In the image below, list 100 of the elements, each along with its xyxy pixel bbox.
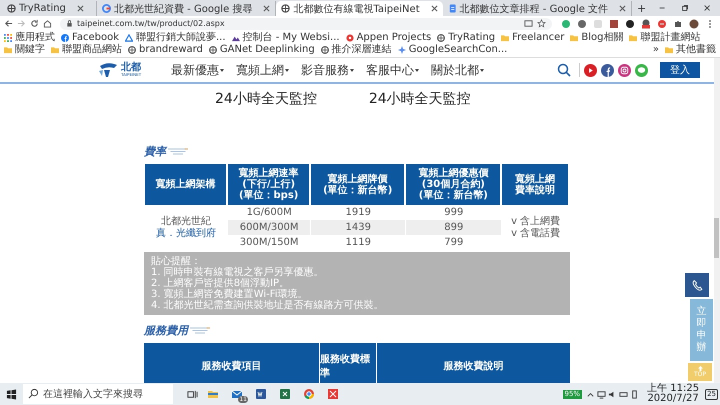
notice-item: 4. 北都光世紀需查詢供裝地址是否有線路方可供裝。	[151, 300, 385, 311]
chrome-icon[interactable]	[303, 388, 315, 400]
table-cell: 1439	[311, 220, 406, 235]
notice-item: 1. 同時申裝有線電視之客戶另享優惠。	[151, 267, 325, 278]
bookmark[interactable]: Facebook	[61, 32, 119, 43]
instagram-icon[interactable]	[618, 64, 631, 76]
bookmark[interactable]: 其他書籤	[665, 44, 716, 55]
task-view-icon[interactable]	[187, 388, 198, 400]
bookmark[interactable]: 控制台 - My Websi...	[232, 32, 340, 43]
logo-icon[interactable]	[98, 62, 118, 78]
globe-icon	[281, 4, 290, 13]
avatar-icon[interactable]	[689, 18, 699, 28]
login-button[interactable]: 登入	[660, 62, 700, 78]
facebook-icon	[61, 34, 69, 42]
home-icon[interactable]	[43, 19, 52, 28]
bookmark[interactable]: GANet Deeplinking	[208, 44, 315, 55]
word-icon[interactable]	[255, 388, 267, 400]
caret-icon	[415, 68, 420, 72]
close-icon[interactable]	[76, 5, 84, 12]
phone-button[interactable]	[685, 273, 709, 297]
caret-icon	[350, 68, 354, 72]
close-icon[interactable]	[430, 5, 438, 12]
reload-icon[interactable]	[30, 19, 39, 28]
facebook-icon[interactable]	[601, 64, 614, 76]
notice-title: 貼心提醒：	[151, 256, 201, 267]
folder-icon[interactable]	[207, 388, 219, 400]
chat-icon[interactable]	[635, 64, 648, 76]
windows-icon[interactable]	[6, 388, 17, 400]
url-text: taipeinet.com.tw/tw/product/02.aspx	[77, 19, 225, 28]
scrollbar[interactable]	[714, 58, 720, 383]
column-header: 服務收費標準	[320, 343, 376, 383]
nav-menu-item[interactable]: 寬頻上網	[236, 62, 290, 78]
bookmark[interactable]: 聯盟計畫網站	[629, 32, 700, 43]
google-icon	[102, 4, 111, 13]
section-heading: 服務費用	[144, 323, 188, 338]
more-bookmarks-button[interactable]: »	[652, 44, 659, 55]
included-item: v 含電話費	[510, 228, 562, 240]
globe-icon	[208, 46, 217, 54]
youtube-icon[interactable]	[584, 64, 597, 76]
feature-caption: 24小時全天監控	[215, 90, 317, 108]
bookmark[interactable]: Blog相關	[570, 32, 624, 43]
caret-icon	[480, 68, 484, 72]
search-field[interactable]: 在這裡輸入文字來搜尋	[23, 384, 173, 404]
new-tab-button[interactable]: +	[632, 1, 652, 16]
section-heading: 費率	[144, 144, 166, 159]
bookmark[interactable]: 應用程式	[4, 32, 55, 43]
folder-icon	[501, 34, 510, 42]
plan-name: 北都光世紀	[160, 216, 212, 228]
nav-menu-item[interactable]: 關於北都	[431, 62, 484, 78]
clock-date: 2020/7/27	[647, 394, 699, 404]
folder-icon	[51, 46, 59, 54]
extension-icon[interactable]	[641, 18, 651, 28]
restore-icon[interactable]	[680, 3, 689, 13]
plan-tagline: 真．光纖到府	[155, 228, 218, 240]
caret-icon	[285, 68, 290, 72]
folder-icon	[665, 46, 673, 54]
column-header: 寬頻上網 費率說明	[502, 164, 569, 205]
excel-icon[interactable]	[279, 388, 291, 400]
close-icon[interactable]	[619, 5, 626, 12]
close-icon[interactable]	[263, 5, 270, 12]
document-icon	[448, 4, 457, 13]
nav-menu-item[interactable]: 客服中心	[366, 62, 420, 78]
bookmark[interactable]: TryRating	[437, 32, 496, 43]
apps-grid-icon	[4, 34, 12, 42]
star-icon[interactable]	[537, 19, 546, 28]
bookmark[interactable]: Appen Projects	[346, 32, 432, 43]
included-item: v 含上網費	[510, 216, 562, 228]
nav-menu-item[interactable]: 影音服務	[301, 62, 354, 78]
column-header: 寬頻上網牌價 (單位：新台幣)	[311, 164, 406, 205]
folder-icon	[570, 34, 578, 42]
cast-icon[interactable]	[524, 19, 533, 28]
up-arrow-icon	[698, 366, 702, 371]
battery-icon[interactable]	[630, 390, 640, 398]
keyboard-icon[interactable]	[619, 390, 628, 398]
bookmark[interactable]: 推介深層連結	[320, 44, 392, 55]
bookmark[interactable]: GoogleSearchCon...	[398, 44, 508, 55]
nav-menu-item[interactable]: 最新優惠	[171, 62, 224, 78]
folder-icon	[4, 46, 12, 54]
close-icon[interactable]	[702, 3, 712, 13]
clock-time: 上午 11:25	[647, 384, 700, 394]
column-header: 寬頻上網速率 (下行/上行) (單位：bps)	[228, 164, 310, 205]
speed-lines-icon	[190, 327, 210, 334]
bookmark[interactable]: 聯盟行銷大師說夢...	[125, 32, 226, 43]
clock[interactable]: 上午 11:25 2020/7/27	[647, 384, 700, 404]
bookmark[interactable]: 關鍵字	[4, 44, 45, 55]
bookmark[interactable]: Freelancer	[501, 32, 564, 43]
bookmark[interactable]: brandreward	[128, 44, 203, 55]
bookmark[interactable]: 聯盟商品網站	[51, 44, 122, 55]
scrollbar-thumb[interactable]	[714, 218, 719, 258]
folder-icon	[629, 34, 638, 42]
globe-icon	[320, 46, 329, 54]
feature-caption: 24小時全天監控	[368, 90, 471, 108]
browser-tab[interactable]: 北都數位有線電視TaipeiNet	[276, 1, 443, 16]
app-icon[interactable]	[327, 388, 339, 400]
back-icon[interactable]	[4, 19, 13, 28]
caret-icon	[220, 68, 224, 72]
address-bar[interactable]: taipeinet.com.tw/tw/product/02.aspx	[60, 18, 552, 30]
network-icon[interactable]	[597, 390, 606, 398]
globe-icon	[128, 46, 136, 54]
search-icon[interactable]	[557, 63, 571, 77]
